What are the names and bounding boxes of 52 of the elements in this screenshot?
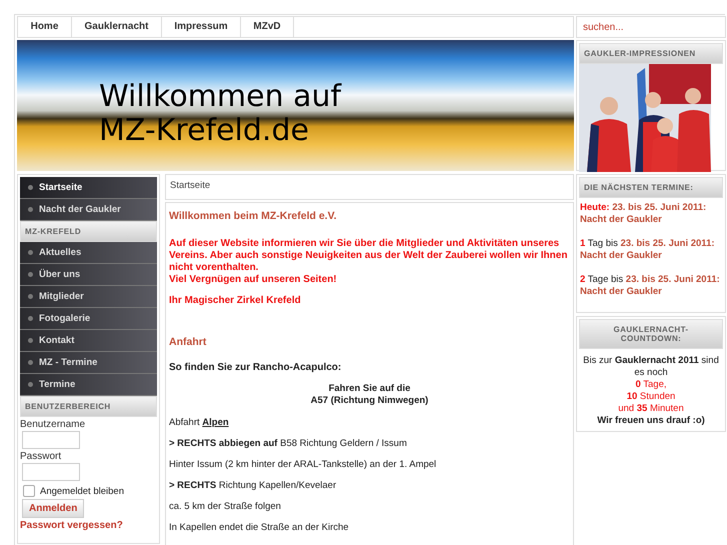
banner-title: Willkommen auf: [99, 80, 343, 114]
nav-link[interactable]: Home: [18, 17, 72, 37]
countdown-text: Bis zur Gauklernacht 2011 sind es noch: [582, 355, 720, 379]
directions-text: > RECHTS Richtung Kapellen/Kevelaer: [169, 480, 338, 492]
module-title: DIE NÄCHSTEN TERMINE:: [579, 177, 723, 198]
menu-item[interactable]: Startseite: [20, 177, 157, 199]
menu-item[interactable]: Mitglieder: [20, 286, 157, 308]
directions-text: ca. 5 km der Straße folgen: [169, 501, 282, 513]
checkbox-label: Angemeldet bleiben: [40, 486, 124, 496]
field-label: Benutzername: [20, 419, 86, 430]
menu-item[interactable]: MZ - Termine: [20, 352, 157, 374]
countdown-text: Wir freuen uns drauf :o): [596, 415, 706, 427]
article-title: Willkommen beim MZ-Krefeld e.V.: [169, 210, 338, 222]
module-title: BENUTZERBEREICH: [20, 396, 157, 417]
module-title: MZ-KREFELD: [20, 221, 157, 242]
directions-text: > RECHTS abbiegen auf B58 Richtung Geldern / Issum: [169, 438, 408, 450]
directions-text: In Kapellen endet die Straße an der Kirche: [169, 522, 350, 534]
directions-text: Hinter Issum (2 km hinter der ARAL-Tankstelle) an der 1. Ampel: [169, 459, 438, 471]
directions-text: A57 (Richtung Nimwegen): [310, 395, 430, 407]
login-button[interactable]: Anmelden: [22, 499, 84, 518]
nav-link[interactable]: MZvD: [241, 17, 294, 37]
countdown-value: 10 Stunden: [626, 391, 676, 403]
directions-text: Abfahrt: [169, 417, 200, 428]
menu-item[interactable]: Fotogalerie: [20, 308, 157, 330]
place-link[interactable]: Alpen: [202, 417, 229, 428]
checkbox[interactable]: [23, 485, 35, 497]
directions-heading: So finden Sie zur Rancho-Acapulco:: [169, 362, 342, 373]
directions-text: Fahren Sie auf die: [328, 383, 412, 395]
menu-item[interactable]: Termine: [20, 374, 157, 396]
module-title: GAUKLER-IMPRESSIONEN: [579, 43, 723, 64]
countdown-value: und 35 Minuten: [617, 403, 685, 415]
forgot-password-link[interactable]: Passwort vergessen?: [20, 520, 157, 531]
field-label: Passwort: [20, 451, 62, 462]
event-entry: 2 Tage bis 23. bis 25. Juni 2011: Nacht der Gaukler: [580, 274, 721, 298]
menu-item[interactable]: Aktuelles: [20, 242, 157, 264]
event-entry: Heute: 23. bis 25. Juni 2011: Nacht der Gaukler: [580, 202, 708, 226]
countdown-value: 0 Tage,: [634, 379, 668, 391]
menu-item[interactable]: Nacht der Gaukler: [20, 199, 157, 221]
password-field[interactable]: [22, 463, 80, 481]
module-title: GAUKLERNACHT-COUNTDOWN:: [579, 319, 723, 349]
nav-link[interactable]: Gauklernacht: [72, 17, 162, 37]
event-entry: 1 Tag bis 23. bis 25. Juni 2011: Nacht der Gaukler: [580, 238, 716, 262]
intro-text: Auf dieser Website informieren wir Sie über die Mitglieder und Aktivitäten unseres Vereins. Aber auch sonstige Neuigkeiten aus der Welt der Zauberei wollen wir Ihnen nicht vorenthalten.: [169, 238, 568, 274]
menu-item[interactable]: Über uns: [20, 264, 157, 286]
banner-title: MZ-Krefeld.de: [99, 114, 310, 148]
signature-text: Ihr Magischer Zirkel Krefeld: [169, 295, 302, 306]
section-heading: Anfahrt: [169, 336, 208, 348]
intro-text: Viel Vergnügen auf unseren Seiten!: [169, 274, 338, 286]
nav-link[interactable]: Impressum: [162, 17, 241, 37]
username-field[interactable]: [22, 431, 80, 449]
breadcrumb: Startseite: [165, 174, 574, 200]
menu-item[interactable]: Kontakt: [20, 330, 157, 352]
